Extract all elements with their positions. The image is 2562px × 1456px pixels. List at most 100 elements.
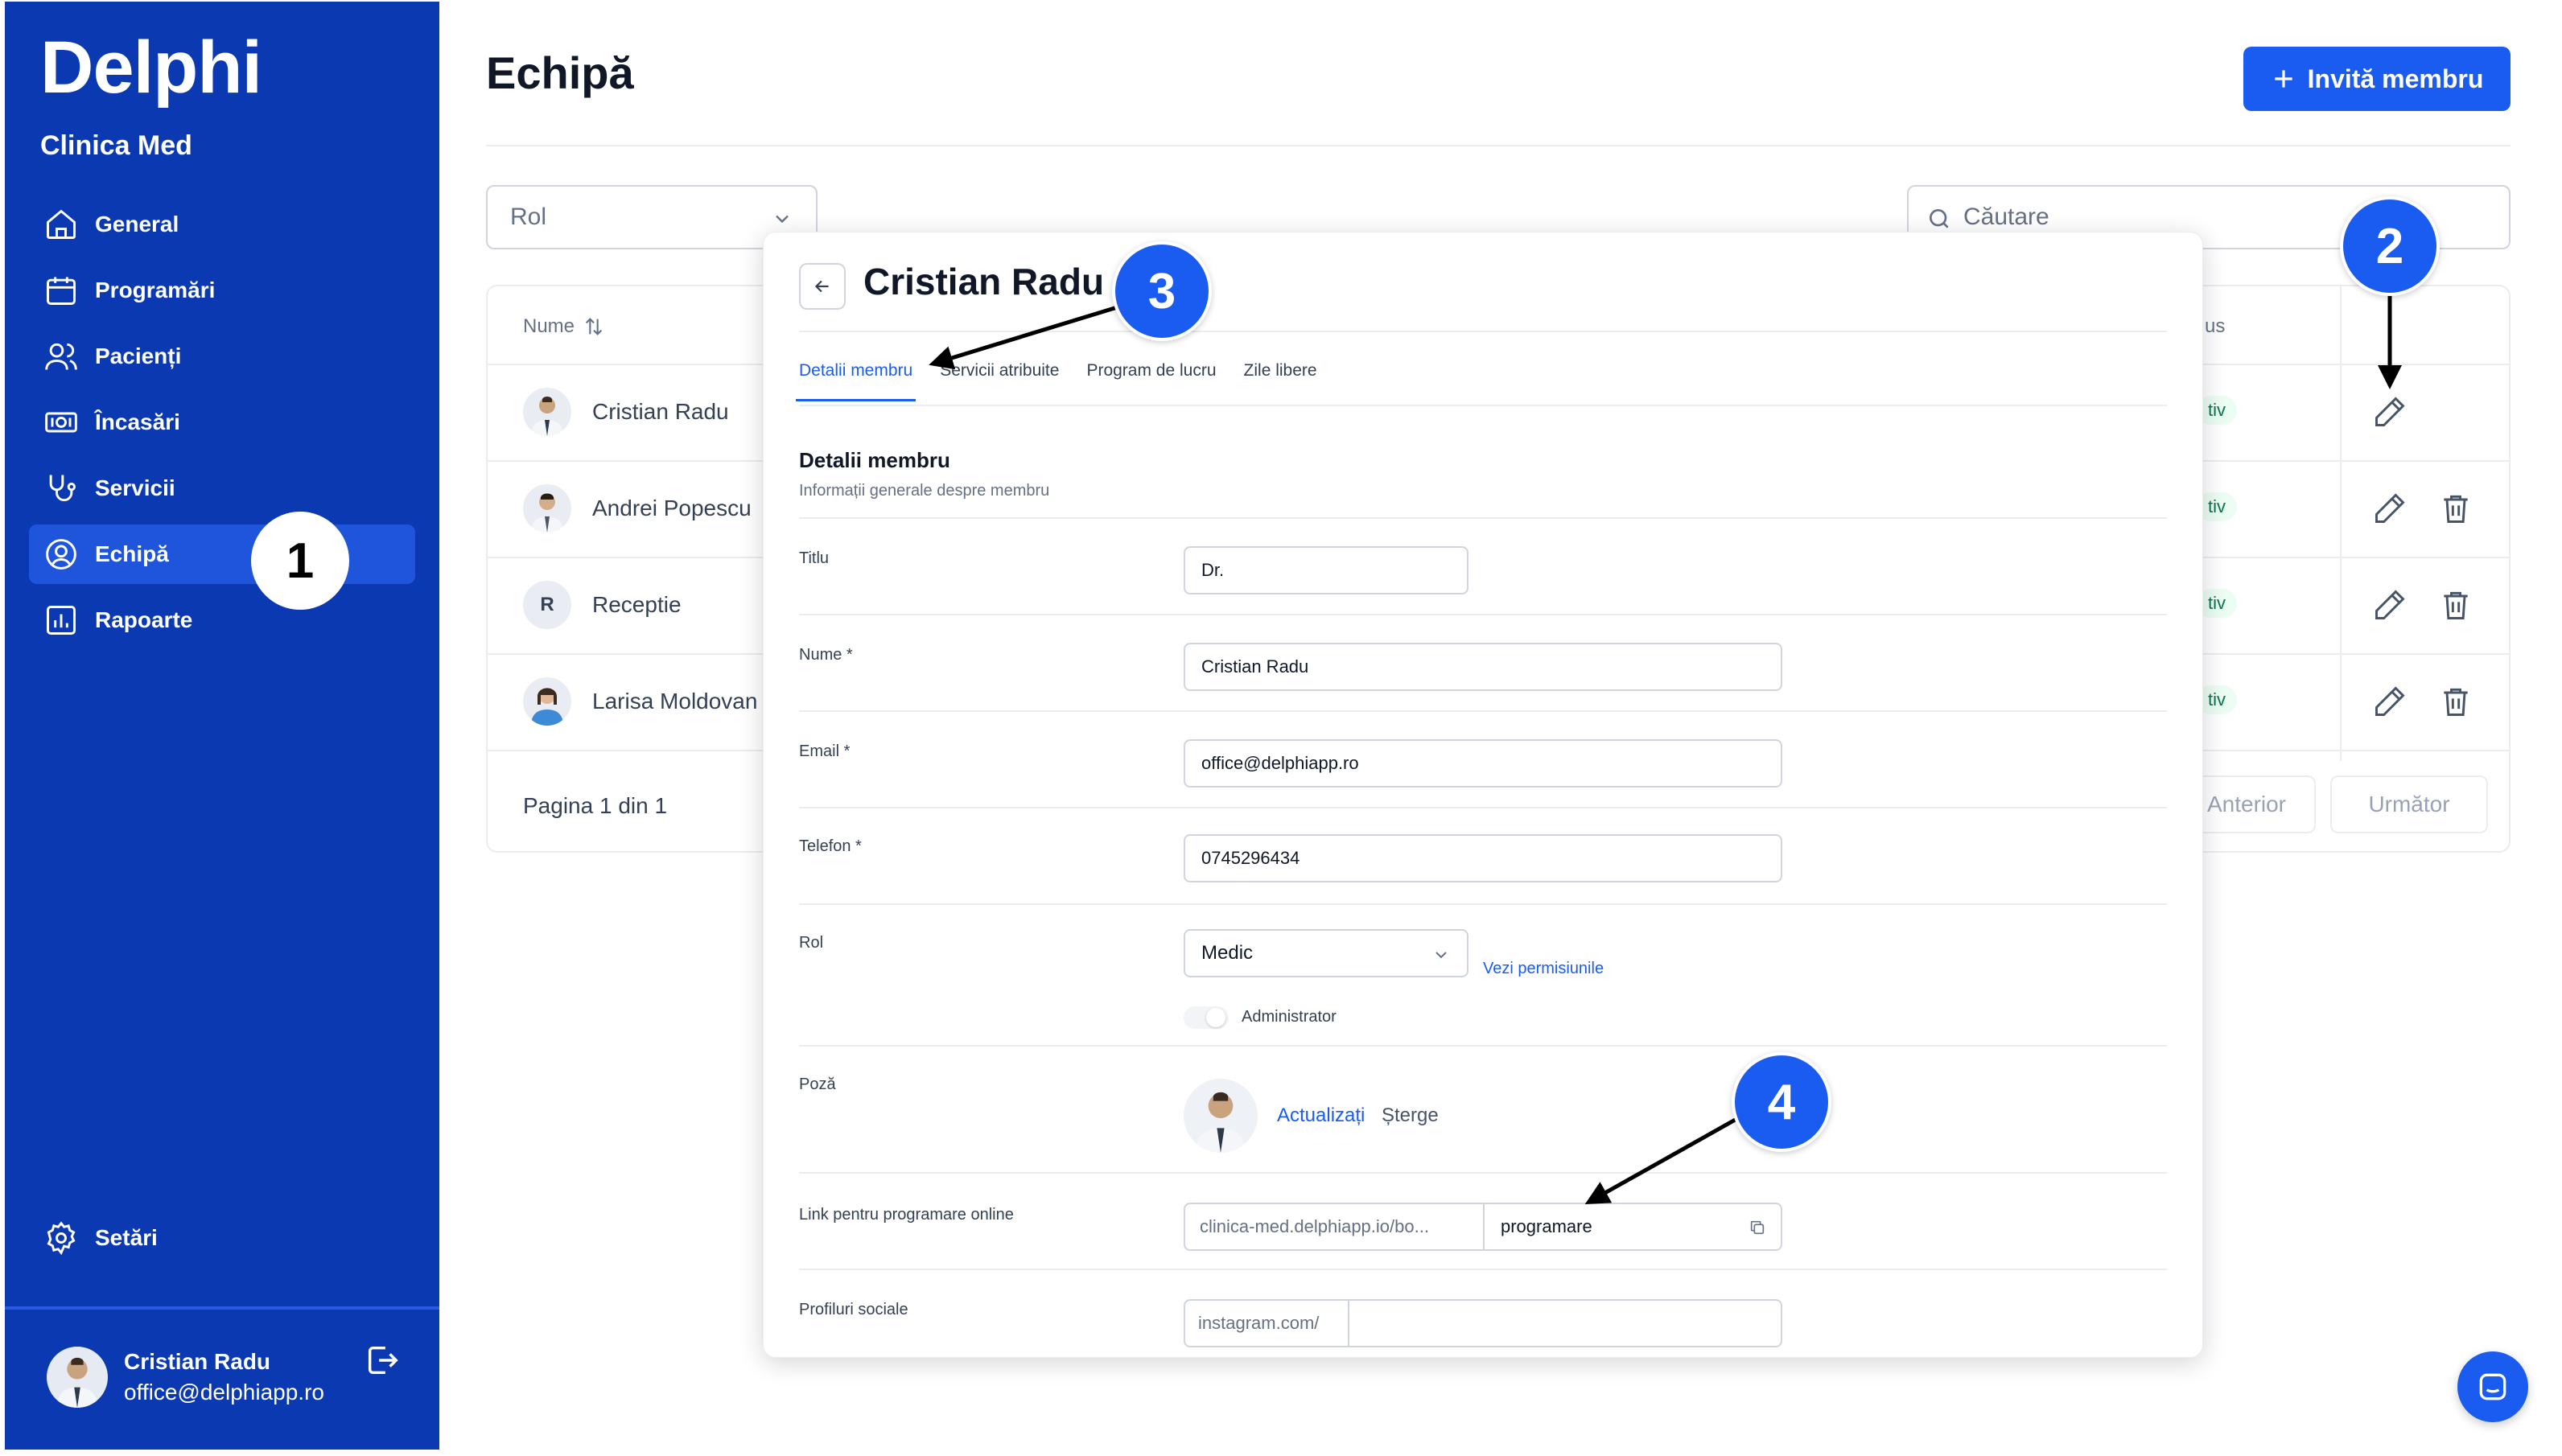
- member-name: Andrei Popescu: [592, 496, 752, 520]
- sidebar-item-general[interactable]: General: [29, 195, 415, 254]
- title-field[interactable]: Dr.: [1184, 546, 1468, 594]
- sidebar-item-setari[interactable]: Setări: [43, 1220, 158, 1256]
- sidebar-item-servicii[interactable]: Servicii: [29, 459, 415, 518]
- gear-icon: [47, 1221, 76, 1256]
- panel-tabs: Detalii membru Servicii atribuite Progra…: [795, 361, 1345, 401]
- edit-icon[interactable]: [2372, 587, 2408, 623]
- tabs-divider: [799, 405, 2167, 406]
- avatar: [47, 1347, 108, 1408]
- avatar: [523, 388, 571, 436]
- photo-label: Poză: [799, 1076, 836, 1093]
- social-profiles-label: Profiluri sociale: [799, 1301, 908, 1318]
- booking-link-slug-input[interactable]: programare: [1483, 1203, 1782, 1251]
- plus-icon: [2274, 70, 2292, 88]
- email-field[interactable]: office@delphiapp.ro: [1184, 739, 1782, 788]
- phone-field[interactable]: 0745296434: [1184, 834, 1782, 882]
- search-placeholder: Căutare: [1963, 204, 2049, 230]
- tab-zile-libere[interactable]: Zile libere: [1244, 361, 1317, 401]
- tab-detalii-membru[interactable]: Detalii membru: [795, 361, 916, 401]
- next-page-button[interactable]: Următor: [2330, 775, 2488, 833]
- page-title: Echipă: [486, 47, 634, 98]
- sidebar-item-label: Programări: [95, 278, 216, 302]
- edit-icon[interactable]: [2372, 684, 2408, 719]
- copy-icon[interactable]: [1749, 1219, 1766, 1236]
- toggle-knob: [1206, 1008, 1225, 1027]
- trash-icon[interactable]: [2438, 684, 2473, 719]
- avatar: [523, 484, 571, 533]
- administrator-label: Administrator: [1242, 1008, 1337, 1026]
- delete-photo-link[interactable]: Șterge: [1382, 1104, 1439, 1127]
- phone-label: Telefon *: [799, 837, 862, 855]
- tab-program-de-lucru[interactable]: Program de lucru: [1086, 361, 1216, 401]
- role-select-value: Medic: [1201, 942, 1254, 964]
- header-divider: [486, 145, 2511, 146]
- clinic-name: Clinica Med: [40, 130, 192, 161]
- sidebar-item-label: Încasări: [95, 409, 180, 434]
- member-name: Cristian Radu: [592, 399, 729, 424]
- panel-divider: [799, 331, 2167, 332]
- sidebar: Delphi Clinica Med General Programări Pa…: [5, 2, 439, 1450]
- field-divider: [799, 903, 2167, 905]
- sidebar-item-label: Rapoarte: [95, 607, 193, 632]
- avatar: R: [523, 581, 571, 629]
- sidebar-item-incasari[interactable]: Încasări: [29, 393, 415, 452]
- email-label: Email *: [799, 742, 851, 760]
- annotation-marker-3: 3: [1112, 241, 1212, 341]
- cash-icon: [45, 412, 77, 433]
- current-user[interactable]: Cristian Radu office@delphiapp.ro: [47, 1347, 324, 1408]
- sidebar-item-programari[interactable]: Programări: [29, 261, 415, 320]
- sidebar-item-pacienti[interactable]: Pacienți: [29, 327, 415, 386]
- section-subtitle: Informații generale despre membru: [799, 482, 1050, 500]
- users-icon: [45, 343, 77, 370]
- role-filter-placeholder: Rol: [510, 204, 547, 230]
- pagination-label: Pagina 1 din 1: [523, 793, 668, 818]
- app-logo[interactable]: Delphi: [40, 26, 262, 110]
- trash-icon[interactable]: [2438, 587, 2473, 623]
- edit-icon[interactable]: [2372, 491, 2408, 526]
- view-permissions-link[interactable]: Vezi permisiunile: [1483, 960, 1604, 978]
- user-email: office@delphiapp.ro: [124, 1380, 324, 1405]
- administrator-toggle[interactable]: [1184, 1006, 1229, 1029]
- booking-link-slug: programare: [1501, 1216, 1592, 1236]
- annotation-marker-2: 2: [2340, 196, 2440, 296]
- field-divider: [799, 807, 2167, 808]
- edit-icon[interactable]: [2372, 394, 2408, 430]
- panel-title: Cristian Radu: [863, 261, 1105, 302]
- role-label: Rol: [799, 934, 824, 952]
- field-divider: [799, 517, 2167, 519]
- chart-icon: [47, 606, 76, 635]
- trash-icon[interactable]: [2438, 491, 2473, 526]
- invite-member-button[interactable]: Invită membru: [2243, 47, 2511, 111]
- doctor-avatar-icon: [56, 1357, 98, 1408]
- field-divider: [799, 1045, 2167, 1047]
- tab-servicii-atribuite[interactable]: Servicii atribuite: [940, 361, 1059, 401]
- sidebar-item-echipa[interactable]: Echipă: [29, 524, 415, 584]
- back-button[interactable]: [799, 263, 846, 310]
- booking-link-label: Link pentru programare online: [799, 1206, 1014, 1224]
- settings-label: Setări: [95, 1225, 158, 1250]
- doctor-avatar-icon: [531, 397, 563, 436]
- column-header-status: us: [2205, 315, 2226, 337]
- update-photo-link[interactable]: Actualizați: [1277, 1104, 1365, 1127]
- section-title: Detalii membru: [799, 448, 950, 472]
- user-name: Cristian Radu: [124, 1349, 271, 1374]
- chat-icon: [2479, 1373, 2506, 1400]
- home-icon: [47, 209, 76, 239]
- column-header-name[interactable]: Nume: [523, 315, 605, 338]
- role-select[interactable]: Medic: [1184, 929, 1468, 977]
- column-header-label: Nume: [523, 315, 575, 337]
- annotation-marker-4: 4: [1732, 1052, 1831, 1152]
- sidebar-item-label: Pacienți: [95, 343, 182, 368]
- chat-button[interactable]: [2457, 1351, 2528, 1422]
- instagram-input[interactable]: [1348, 1299, 1782, 1347]
- sidebar-item-rapoarte[interactable]: Rapoarte: [29, 590, 415, 650]
- sidebar-item-label: General: [95, 212, 179, 236]
- member-photo: [1184, 1079, 1258, 1153]
- sidebar-item-label: Echipă: [95, 541, 169, 566]
- logout-icon[interactable]: [364, 1342, 401, 1379]
- title-label: Titlu: [799, 549, 830, 567]
- member-detail-panel: Cristian Radu Detalii membru Servicii at…: [763, 232, 2203, 1358]
- annotation-marker-1: 1: [251, 512, 349, 610]
- name-field[interactable]: Cristian Radu: [1184, 643, 1782, 691]
- chevron-down-icon: [776, 215, 789, 224]
